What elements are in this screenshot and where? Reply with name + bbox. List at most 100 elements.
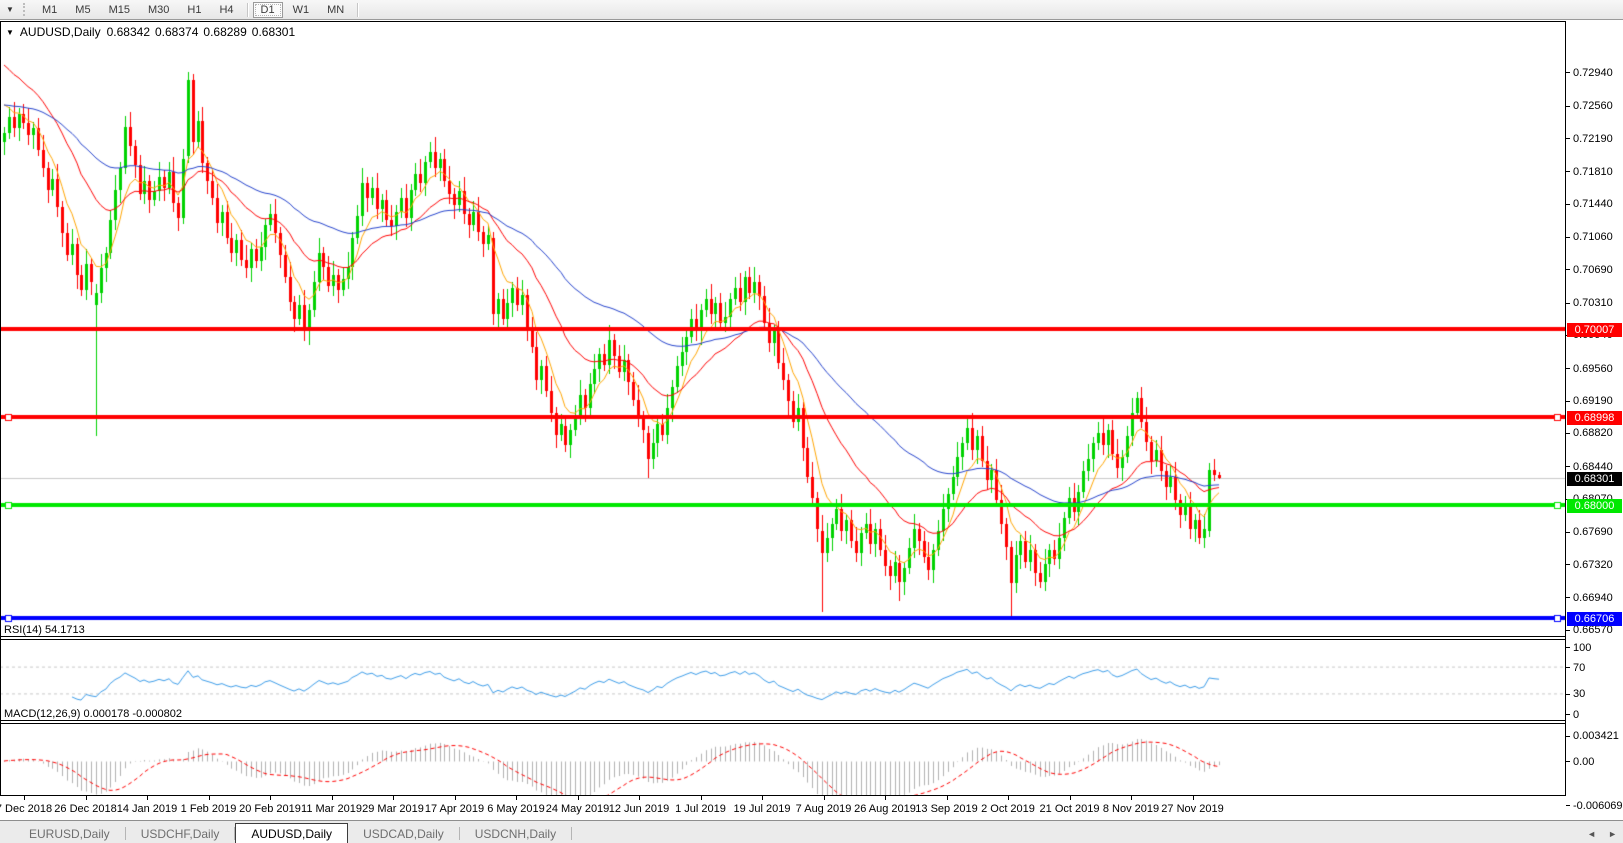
time-axis[interactable]: 7 Dec 201826 Dec 201814 Jan 20191 Feb 20… <box>0 796 1565 820</box>
timeframe-button-M30[interactable]: M30 <box>140 2 177 18</box>
date-label: 19 Jul 2019 <box>734 803 791 815</box>
macd-tick <box>1566 805 1570 806</box>
timeframe-button-M15[interactable]: M15 <box>101 2 138 18</box>
price-tick-label: 0.72190 <box>1573 133 1613 145</box>
date-label: 1 Feb 2019 <box>181 803 237 815</box>
price-tick <box>1566 106 1570 107</box>
price-tag-0.68301: 0.68301 <box>1567 472 1622 486</box>
rsi-tick-label: 0 <box>1573 709 1579 721</box>
date-label: 7 Dec 2018 <box>0 803 52 815</box>
price-tick <box>1566 72 1570 73</box>
date-label: 27 Nov 2019 <box>1161 803 1223 815</box>
date-label: 21 Oct 2019 <box>1040 803 1100 815</box>
timeframe-buttons: M1M5M15M30H1H4 D1W1MN <box>33 2 362 18</box>
rsi-tick-label: 100 <box>1573 642 1591 654</box>
date-tick <box>578 796 579 800</box>
price-tick-label: 0.66940 <box>1573 592 1613 604</box>
chart-tab-USDCAD[interactable]: USDCAD,Daily <box>348 825 459 843</box>
date-label: 12 Jun 2019 <box>609 803 670 815</box>
price-tick-label: 0.68820 <box>1573 427 1613 439</box>
date-tick <box>1008 796 1009 800</box>
macd-tick-label: 0.00 <box>1573 756 1594 768</box>
price-tick <box>1566 368 1570 369</box>
chart-tab-AUDUSD[interactable]: AUDUSD,Daily <box>235 823 348 843</box>
price-tick <box>1566 630 1570 631</box>
chart-tab-EURUSD[interactable]: EURUSD,Daily <box>14 825 125 843</box>
chart-title: ▼ AUDUSD,Daily 0.68342 0.68374 0.68289 0… <box>6 25 295 39</box>
toolbar-dropdown-icon[interactable]: ▼ <box>0 1 20 18</box>
macd-tick-label: 0.003421 <box>1573 730 1619 742</box>
window-top-border <box>0 21 1565 22</box>
date-tick <box>24 796 25 800</box>
price-tick <box>1566 237 1570 238</box>
main-rsi-divider[interactable] <box>0 636 1565 637</box>
date-tick <box>147 796 148 800</box>
price-tag-0.68000: 0.68000 <box>1567 499 1622 513</box>
tab-separator <box>571 827 572 840</box>
main-price-chart[interactable] <box>0 41 1565 636</box>
date-label: 17 Apr 2019 <box>425 803 484 815</box>
date-label: 7 Aug 2019 <box>796 803 852 815</box>
price-tick <box>1566 564 1570 565</box>
rsi-tick <box>1566 667 1570 668</box>
date-tick <box>762 796 763 800</box>
date-label: 26 Aug 2019 <box>854 803 916 815</box>
price-tick-label: 0.67320 <box>1573 559 1613 571</box>
date-tick <box>209 796 210 800</box>
price-axis[interactable]: 0.729400.725600.721900.718100.714400.710… <box>1565 21 1623 796</box>
date-label: 1 Jul 2019 <box>675 803 726 815</box>
timeframe-button-MN[interactable]: MN <box>319 2 352 18</box>
rsi-tick <box>1566 647 1570 648</box>
date-label: 20 Feb 2019 <box>239 803 301 815</box>
date-label: 14 Jan 2019 <box>117 803 178 815</box>
date-label: 13 Sep 2019 <box>915 803 977 815</box>
rsi-macd-divider2 <box>0 723 1565 724</box>
price-tick <box>1566 303 1570 304</box>
price-tick <box>1566 269 1570 270</box>
date-tick <box>332 796 333 800</box>
collapse-chart-icon[interactable]: ▼ <box>6 28 14 37</box>
date-label: 2 Oct 2019 <box>981 803 1035 815</box>
date-tick <box>1193 796 1194 800</box>
date-label: 29 Mar 2019 <box>362 803 424 815</box>
rsi-macd-divider[interactable] <box>0 720 1565 721</box>
timeframe-button-W1[interactable]: W1 <box>285 2 318 18</box>
macd-tick-label: -0.006069 <box>1573 800 1623 812</box>
price-tick-label: 0.71810 <box>1573 166 1613 178</box>
tabs-scroll-right-icon[interactable]: ► <box>1608 829 1617 839</box>
toolbar-separator <box>357 3 358 17</box>
timeframe-button-M5[interactable]: M5 <box>67 2 98 18</box>
price-tick-label: 0.69560 <box>1573 363 1613 375</box>
price-tick-label: 0.72560 <box>1573 100 1613 112</box>
chart-tab-USDCNH[interactable]: USDCNH,Daily <box>460 825 571 843</box>
date-label: 6 May 2019 <box>487 803 544 815</box>
timeframe-toolbar: ▼ M1M5M15M30H1H4 D1W1MN <box>0 0 1623 20</box>
price-tag-0.68998: 0.68998 <box>1567 411 1622 425</box>
timeframe-button-H1[interactable]: H1 <box>179 2 209 18</box>
date-tick <box>516 796 517 800</box>
price-tick <box>1566 401 1570 402</box>
date-tick <box>86 796 87 800</box>
timeframe-button-D1[interactable]: D1 <box>253 2 283 18</box>
price-tick-label: 0.66570 <box>1573 624 1613 636</box>
price-tick <box>1566 466 1570 467</box>
rsi-indicator-chart[interactable] <box>0 640 1565 720</box>
date-label: 24 May 2019 <box>546 803 610 815</box>
low-value: 0.68289 <box>203 25 246 39</box>
toolbar-separator <box>247 3 248 17</box>
date-tick <box>393 796 394 800</box>
price-tag-0.70007: 0.70007 <box>1567 323 1622 337</box>
price-tick-label: 0.72940 <box>1573 67 1613 79</box>
date-tick <box>639 796 640 800</box>
date-tick <box>455 796 456 800</box>
high-value: 0.68374 <box>155 25 198 39</box>
timeframe-button-M1[interactable]: M1 <box>34 2 65 18</box>
chart-tab-USDCHF[interactable]: USDCHF,Daily <box>126 825 235 843</box>
timeframe-button-H4[interactable]: H4 <box>211 2 241 18</box>
rsi-tick <box>1566 714 1570 715</box>
date-tick <box>885 796 886 800</box>
date-label: 8 Nov 2019 <box>1103 803 1159 815</box>
price-tick-label: 0.68440 <box>1573 461 1613 473</box>
chart-symbol-label: AUDUSD,Daily <box>20 25 101 39</box>
tabs-scroll-left-icon[interactable]: ◄ <box>1587 829 1596 839</box>
